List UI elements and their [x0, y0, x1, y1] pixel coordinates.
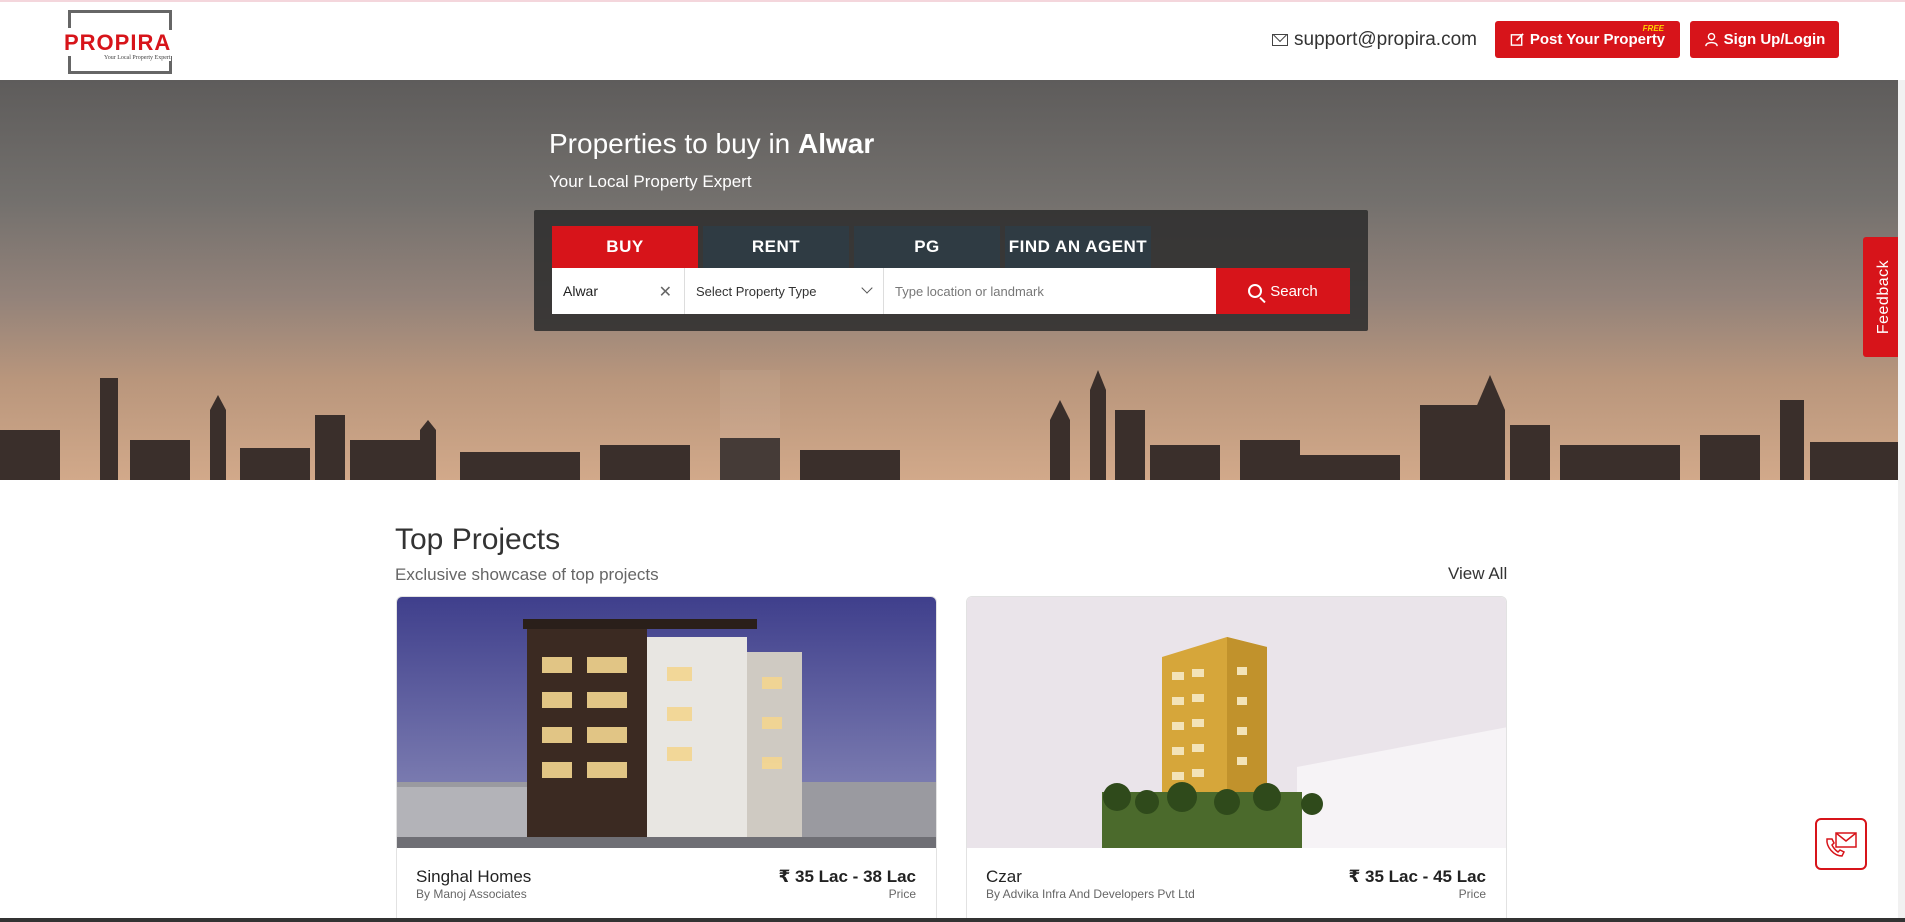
hero-title: Properties to buy in Alwar [549, 128, 875, 159]
propira-logo[interactable]: PROPIRA Your Local Property Expert [60, 8, 184, 74]
envelope-icon [1272, 34, 1288, 46]
project-image-czar [967, 597, 1506, 848]
phone-mail-icon [1826, 832, 1857, 857]
location-input[interactable] [895, 283, 1195, 299]
signup-login-button[interactable]: Sign Up/Login [1690, 21, 1839, 58]
feedback-label: Feedback [1875, 259, 1893, 335]
chevron-down-icon [861, 282, 873, 294]
tab-buy[interactable]: BUY [552, 226, 698, 268]
property-type-select[interactable]: Select Property Type [685, 268, 884, 314]
city-selector[interactable]: Alwar ✕ [552, 268, 685, 314]
project-name: Singhal Homes [416, 867, 532, 886]
tab-find-an-agent[interactable]: FIND AN AGENT [1005, 226, 1151, 268]
project-image-singhal-homes [397, 597, 936, 848]
project-price-label: Price [888, 887, 916, 901]
support-email-link[interactable]: support@propira.com [1272, 29, 1477, 51]
project-price-label: Price [1458, 887, 1486, 901]
tab-pg[interactable]: PG [854, 226, 1000, 268]
project-card[interactable]: Czar By Advika Infra And Developers Pvt … [966, 596, 1507, 922]
project-developer: By Manoj Associates [416, 887, 527, 901]
hero-city: Alwar [798, 128, 875, 159]
hero-banner: Properties to buy in Alwar Your Local Pr… [0, 80, 1905, 480]
free-badge: FREE [1642, 24, 1664, 33]
support-email-text: support@propira.com [1294, 29, 1477, 50]
property-search-panel: BUY RENT PG FIND AN AGENT Alwar ✕ Select… [534, 210, 1368, 331]
top-projects-title: Top Projects [395, 523, 561, 556]
city-value: Alwar [563, 283, 599, 299]
hero-subtitle: Your Local Property Expert [549, 172, 752, 191]
view-all-link[interactable]: View All [1448, 564, 1507, 584]
logo-tagline: Your Local Property Expert [104, 55, 171, 61]
contact-chat-button[interactable] [1815, 818, 1867, 870]
project-name: Czar [986, 867, 1022, 886]
project-developer: By Advika Infra And Developers Pvt Ltd [986, 887, 1195, 901]
user-icon [1704, 32, 1718, 47]
site-header: PROPIRA Your Local Property Expert suppo… [0, 0, 1905, 80]
edit-icon [1510, 33, 1524, 46]
bottom-edge [0, 918, 1905, 922]
signup-login-label: Sign Up/Login [1723, 31, 1826, 48]
search-button[interactable]: Search [1216, 268, 1350, 314]
logo-wordmark: PROPIRA [62, 30, 174, 56]
location-field[interactable] [884, 268, 1216, 314]
tab-rent[interactable]: RENT [703, 226, 849, 268]
property-type-value: Select Property Type [696, 283, 817, 299]
post-property-label: Post Your Property [1529, 31, 1666, 48]
project-price: ₹ 35 Lac - 45 Lac [1348, 867, 1486, 886]
post-property-button[interactable]: Post Your Property FREE [1495, 21, 1680, 58]
search-icon [1248, 284, 1263, 298]
city-skyline-image [0, 370, 1905, 480]
top-projects-subtitle: Exclusive showcase of top projects [395, 565, 659, 584]
project-card[interactable]: Singhal Homes By Manoj Associates ₹ 35 L… [396, 596, 937, 922]
page-scrollbar[interactable] [1898, 80, 1905, 918]
search-button-label: Search [1270, 282, 1318, 300]
search-fields: Alwar ✕ Select Property Type Search [552, 268, 1350, 314]
project-price: ₹ 35 Lac - 38 Lac [778, 867, 916, 886]
clear-city-icon[interactable]: ✕ [659, 282, 672, 302]
